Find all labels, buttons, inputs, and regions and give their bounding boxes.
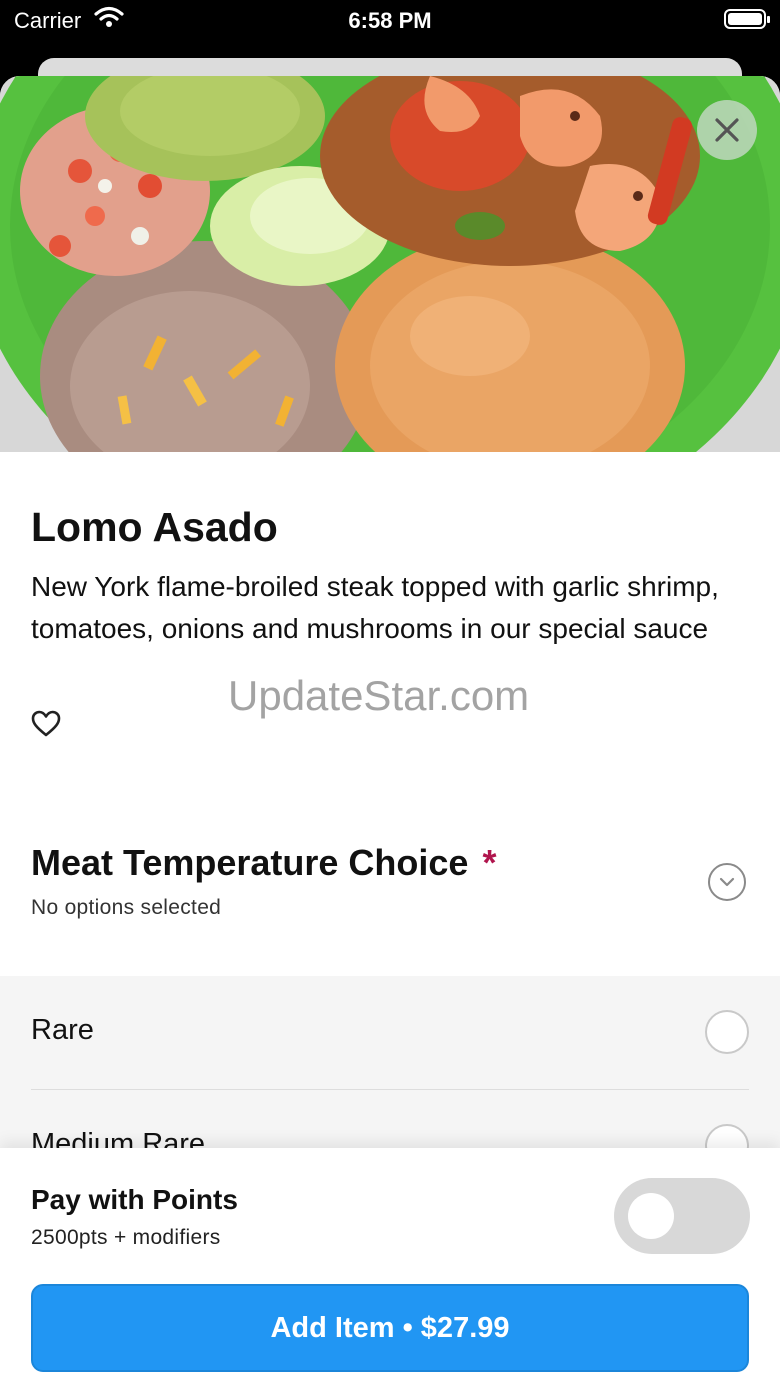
item-detail-sheet: Lomo Asado New York flame-broiled steak … <box>0 76 780 1387</box>
modifier-group-header[interactable]: Meat Temperature Choice * <box>31 842 496 884</box>
collapse-toggle-button[interactable] <box>708 863 746 901</box>
pay-with-points-toggle[interactable] <box>614 1178 750 1254</box>
item-title: Lomo Asado <box>31 504 278 550</box>
status-bar: Carrier 6:58 PM <box>0 0 780 44</box>
add-item-label: Add Item • $27.99 <box>270 1311 510 1344</box>
points-cost: 2500pts + modifiers <box>31 1226 221 1249</box>
option-label: Rare <box>31 1014 94 1046</box>
battery-icon <box>724 9 770 29</box>
toggle-knob <box>628 1193 674 1239</box>
item-photo <box>0 76 780 452</box>
clock: 6:58 PM <box>348 8 432 33</box>
radio-button[interactable] <box>705 1010 749 1054</box>
modifier-group-status: No options selected <box>31 896 222 919</box>
chevron-down-icon <box>719 877 735 887</box>
required-indicator: * <box>482 842 497 883</box>
heart-icon <box>31 710 61 737</box>
favorite-button[interactable] <box>31 710 61 738</box>
modifier-options-list: Rare Medium Rare <box>0 976 780 1176</box>
option-rare[interactable]: Rare <box>31 976 749 1088</box>
modifier-group-title: Meat Temperature Choice <box>31 842 469 883</box>
add-item-button[interactable]: Add Item • $27.99 <box>31 1284 749 1372</box>
watermark: UpdateStar.com <box>228 672 530 719</box>
pay-with-points-title: Pay with Points <box>31 1184 238 1215</box>
item-description: New York flame-broiled steak topped with… <box>31 571 719 644</box>
close-button[interactable] <box>697 100 757 160</box>
close-icon <box>715 118 739 142</box>
checkout-footer: Pay with Points 2500pts + modifiers Add … <box>0 1148 780 1387</box>
